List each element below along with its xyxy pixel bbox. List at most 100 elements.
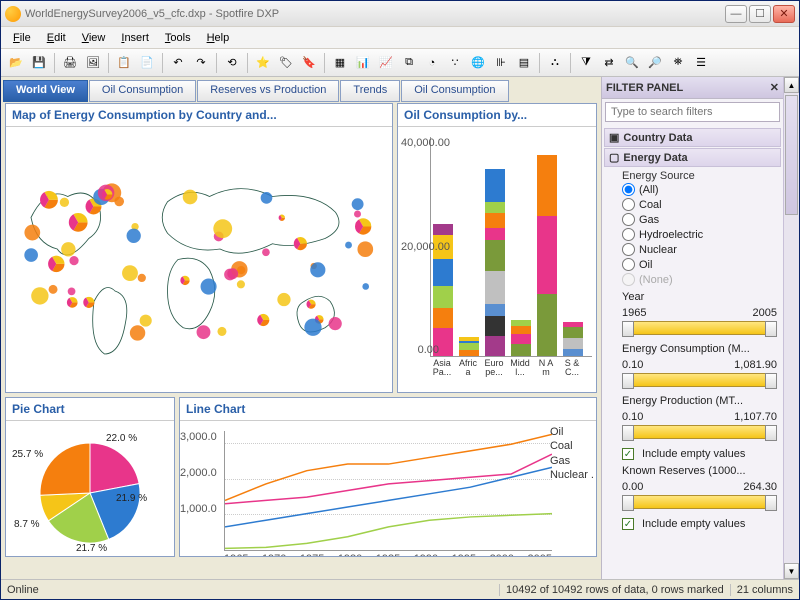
line-legend-item: Coal [550,439,594,453]
filter-scrollbar[interactable]: ▲ ▼ [783,77,799,579]
pie-chart[interactable]: 22.0 % 21.9 % 21.7 % 8.7 % 25.7 % [6,421,174,557]
include-empty-checkbox[interactable]: ✓Include empty values [622,517,779,531]
tag2-icon[interactable]: 🔖 [298,52,320,74]
tag-icon[interactable]: 🏷 [275,52,297,74]
menu-help[interactable]: Help [199,30,238,46]
slider-icon[interactable]: ⇄ [598,52,620,74]
line-legend-item: Oil [550,425,594,439]
pie-slice-label: 25.7 % [12,449,43,460]
combo-icon[interactable]: ⧉ [398,52,420,74]
menu-view[interactable]: View [74,30,114,46]
line-ytick: 1,000.0 [180,503,216,515]
scroll-up-icon[interactable]: ▲ [784,77,799,93]
map-title: Map of Energy Consumption by Country and… [6,104,392,127]
titlebar: WorldEnergySurvey2006_v5_cfc.dxp - Spotf… [1,1,799,27]
pie-panel: Pie Chart 22.0 % 21.9 % 21.7 % 8.7 % 25.7 % [5,397,175,557]
bar-ytick: 0.00 [401,344,439,356]
world-map[interactable] [6,127,392,392]
energy-source-option[interactable]: (None) [622,272,779,287]
redo-icon[interactable]: ↷ [190,52,212,74]
menubar: File Edit View Insert Tools Help [1,27,799,49]
window-title: WorldEnergySurvey2006_v5_cfc.dxp - Spotf… [25,8,725,20]
bar-panel: Oil Consumption by... 40,000.00 20,000.0… [397,103,597,393]
filter-group-energy[interactable]: ▢Energy Data [604,148,781,167]
paste-icon[interactable]: 📄 [136,52,158,74]
filter-slider-label: Energy Production (MT... [604,393,781,409]
filter-slider-label: Year [604,289,781,305]
funnel-icon[interactable]: ⧩ [575,52,597,74]
toolbar: 📂 💾 🖨 🖼 📋 📄 ↶ ↷ ⟲ ⭐ 🏷 🔖 ▦ 📊 📈 ⧉ ◔ ∵ 🌐 ⊪ … [1,49,799,77]
energy-source-option[interactable]: Oil [622,257,779,272]
tab-oil-consumption[interactable]: Oil Consumption [89,80,196,102]
table-icon[interactable]: ▦ [329,52,351,74]
pie-slice-label: 22.0 % [106,433,137,444]
energy-source-option[interactable]: Coal [622,197,779,212]
menu-tools[interactable]: Tools [157,30,199,46]
line-chart[interactable]: 3,000.0 2,000.0 1,000.0 1965197019751980… [180,421,596,557]
tab-trends[interactable]: Trends [340,80,400,102]
scroll-thumb[interactable] [785,95,798,215]
filter-slider[interactable]: 0.101,081.90 [622,359,777,387]
scroll-down-icon[interactable]: ▼ [784,563,799,579]
print-icon[interactable]: 🖨 [59,52,81,74]
truncate-icon[interactable]: ⛬ [544,52,566,74]
pie-title: Pie Chart [6,398,174,421]
pie-slice-label: 21.9 % [116,493,147,504]
energy-source-option[interactable]: (All) [622,182,779,197]
filter-search-input[interactable] [605,102,780,122]
close-button[interactable]: ✕ [773,5,795,23]
bookmark-icon[interactable]: ⭐ [252,52,274,74]
reset-icon[interactable]: ⟲ [221,52,243,74]
filter-slider[interactable]: 0.00264.30 [622,481,777,509]
bar-chart[interactable]: 40,000.00 20,000.00 0.00 Asia Pa...Afric… [398,127,596,392]
open-icon[interactable]: 📂 [5,52,27,74]
tab-oil-consumption-2[interactable]: Oil Consumption [401,80,508,102]
line-title: Line Chart [180,398,596,421]
filter-close-icon[interactable]: ✕ [770,81,779,94]
line-legend-item: Nuclear . [550,468,594,482]
filter-slider[interactable]: 0.101,107.70 [622,411,777,439]
filter-slider-label: Known Reserves (1000... [604,463,781,479]
menu-edit[interactable]: Edit [39,30,74,46]
globe-icon[interactable]: 🌐 [467,52,489,74]
minimize-button[interactable]: — [725,5,747,23]
filter-slider-label: Energy Consumption (M... [604,341,781,357]
candle-icon[interactable]: ⊪ [490,52,512,74]
menu-file[interactable]: File [5,30,39,46]
export-icon[interactable]: 🖼 [82,52,104,74]
map-panel: Map of Energy Consumption by Country and… [5,103,393,393]
copy-icon[interactable]: 📋 [113,52,135,74]
bar-ytick: 20,000.00 [401,241,439,253]
pie-slice-label: 21.7 % [76,543,107,554]
tab-reserves-vs-production[interactable]: Reserves vs Production [197,80,339,102]
linechart-icon[interactable]: 📈 [375,52,397,74]
energy-source-option[interactable]: Hydroelectric [622,227,779,242]
undo-icon[interactable]: ↶ [167,52,189,74]
maximize-button[interactable]: ☐ [749,5,771,23]
piechart-icon[interactable]: ◔ [421,52,443,74]
hierarchy-icon[interactable]: ⛯ [667,52,689,74]
energy-source-option[interactable]: Nuclear [622,242,779,257]
heat-icon[interactable]: ▤ [513,52,535,74]
filter-slider[interactable]: 19652005 [622,307,777,335]
filter-energy-source: Energy Source (All) Coal Gas Hydroelectr… [604,168,781,289]
save-icon[interactable]: 💾 [28,52,50,74]
filter-group-country[interactable]: ▣Country Data [604,128,781,147]
scatter-icon[interactable]: ∵ [444,52,466,74]
list-icon[interactable]: ☰ [690,52,712,74]
line-legend-item: Gas [550,454,594,468]
barchart-icon[interactable]: 📊 [352,52,374,74]
filter-panel-title: FILTER PANEL [606,82,683,94]
zoom-icon[interactable]: 🔎 [644,52,666,74]
tab-world-view[interactable]: World View [3,80,88,102]
pie-slice-label: 8.7 % [14,519,40,530]
bar-ytick: 40,000.00 [401,137,439,149]
energy-source-option[interactable]: Gas [622,212,779,227]
include-empty-checkbox[interactable]: ✓Include empty values [622,447,779,461]
menu-insert[interactable]: Insert [113,30,157,46]
details-icon[interactable]: 🔍 [621,52,643,74]
status-rows: 10492 of 10492 rows of data, 0 rows mark… [499,584,724,596]
app-icon [5,6,21,22]
line-ytick: 2,000.0 [180,467,216,479]
bar-title: Oil Consumption by... [398,104,596,127]
